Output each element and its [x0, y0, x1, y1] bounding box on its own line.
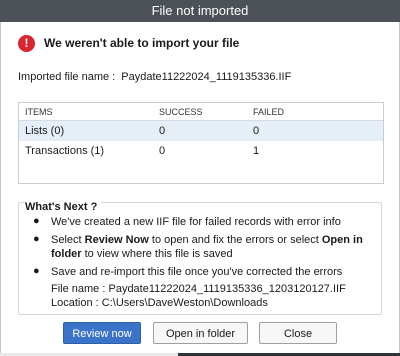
error-title: We weren't able to import your file [44, 36, 240, 50]
whats-next-panel: What's Next ? ● We've created a new IIF … [18, 201, 382, 315]
item-text: to view where this file is saved [81, 248, 233, 260]
whats-next-heading: What's Next ? [25, 201, 102, 213]
location-row: Location : C:\Users\DaveWeston\Downloads [51, 297, 268, 309]
row-success: 0 [159, 145, 166, 157]
new-file-name-row: File name : Paydate11222024_1119135336_1… [51, 283, 346, 295]
whats-next-item: We've created a new IIF file for failed … [51, 215, 381, 229]
bullet-icon: ● [33, 265, 40, 277]
exclamation-icon: ! [18, 34, 35, 52]
table-header: ITEMS SUCCESS FAILED [19, 103, 383, 121]
row-failed: 0 [253, 125, 260, 137]
review-now-button[interactable]: Review now [63, 322, 141, 344]
row-failed: 1 [253, 145, 260, 157]
close-button[interactable]: Close [259, 322, 337, 344]
item-text: We've created a new IIF file for failed … [51, 216, 341, 228]
row-success: 0 [159, 125, 166, 137]
row-item: Lists (0) [25, 125, 65, 137]
error-banner: ! We weren't able to import your file [18, 33, 239, 53]
column-header-success: SUCCESS [159, 107, 203, 117]
import-error-dialog: ! We weren't able to import your file Im… [0, 22, 400, 354]
table-row[interactable]: Transactions (1) 0 1 [19, 141, 383, 161]
import-results-table: ITEMS SUCCESS FAILED Lists (0) 0 0 Trans… [18, 102, 384, 184]
location-value: C:\Users\DaveWeston\Downloads [101, 297, 268, 309]
window-title: File not imported [151, 3, 249, 18]
row-item: Transactions (1) [25, 145, 105, 157]
open-in-folder-button[interactable]: Open in folder [153, 322, 248, 344]
whats-next-item: Select Review Now to open and fix the er… [51, 233, 381, 261]
imported-file-row: Imported file name : Paydate11222024_111… [18, 71, 294, 83]
column-header-failed: FAILED [253, 107, 285, 117]
file-name-label: File name : [51, 283, 106, 295]
location-label: Location : [51, 297, 99, 309]
bullet-icon: ● [33, 233, 40, 245]
item-text: Select [51, 234, 85, 246]
table-row[interactable]: Lists (0) 0 0 [19, 121, 383, 141]
imported-file-name: Paydate11222024_1119135336.IIF [121, 71, 292, 83]
whats-next-item: Save and re-import this file once you've… [51, 265, 381, 279]
column-header-items: ITEMS [25, 107, 53, 117]
file-name-value: Paydate11222024_1119135336_1203120127.II… [108, 283, 346, 295]
item-text: Save and re-import this file once you've… [51, 266, 343, 278]
item-text: to open and fix the errors or select [148, 234, 322, 246]
review-now-emphasis: Review Now [84, 234, 149, 246]
window-titlebar: File not imported [0, 0, 400, 22]
imported-file-label: Imported file name : [18, 71, 116, 83]
bullet-icon: ● [33, 215, 40, 227]
